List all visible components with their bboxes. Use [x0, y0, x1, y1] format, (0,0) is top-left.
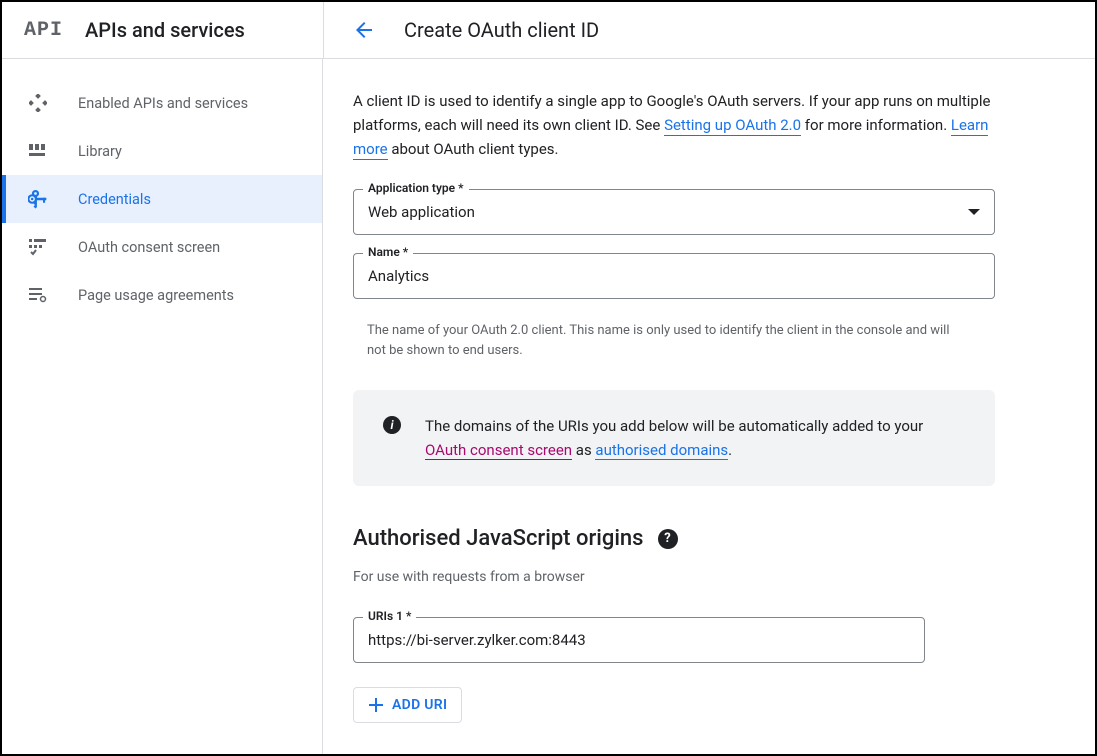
sidebar-item-credentials[interactable]: Credentials — [2, 175, 322, 223]
chevron-down-icon — [968, 209, 980, 215]
uri-1-field: URIs 1 * — [353, 617, 925, 663]
diamond-move-icon — [28, 93, 48, 113]
intro-text: A client ID is used to identify a single… — [353, 89, 995, 161]
info-banner-text: The domains of the URIs you add below wi… — [425, 414, 965, 462]
application-type-field: Application type * Web application — [353, 189, 995, 235]
back-arrow-icon[interactable] — [352, 18, 376, 42]
info-banner: i The domains of the URIs you add below … — [353, 390, 995, 486]
library-icon — [28, 141, 48, 161]
link-authorised-domains[interactable]: authorised domains — [595, 441, 728, 460]
info-icon: i — [383, 416, 401, 434]
consent-icon — [28, 237, 48, 257]
name-input[interactable] — [353, 253, 995, 299]
name-field: Name * — [353, 253, 995, 299]
plus-icon — [368, 697, 384, 713]
link-consent-screen[interactable]: OAuth consent screen — [425, 441, 572, 460]
uri-1-input[interactable] — [353, 617, 925, 663]
content: A client ID is used to identify a single… — [323, 59, 1095, 754]
topbar-right: Create OAuth client ID — [323, 2, 1095, 58]
sidebar-item-label: Library — [78, 143, 122, 160]
add-uri-button[interactable]: ADD URI — [353, 687, 462, 723]
sidebar: Enabled APIs and services Library Creden… — [2, 59, 323, 754]
main: Enabled APIs and services Library Creden… — [2, 59, 1095, 754]
product-title: APIs and services — [85, 18, 245, 42]
topbar: API APIs and services Create OAuth clien… — [2, 2, 1095, 59]
sidebar-item-label: Enabled APIs and services — [78, 95, 248, 112]
sidebar-item-label: Page usage agreements — [78, 287, 234, 304]
topbar-left: API APIs and services — [2, 2, 323, 58]
link-setting-up-oauth[interactable]: Setting up OAuth 2.0 — [664, 116, 801, 136]
sidebar-item-page-usage[interactable]: Page usage agreements — [2, 271, 322, 319]
name-helper-text: The name of your OAuth 2.0 client. This … — [353, 317, 953, 360]
sidebar-item-enabled-apis[interactable]: Enabled APIs and services — [2, 79, 322, 127]
uri-1-label: URIs 1 * — [363, 609, 416, 623]
application-type-value: Web application — [368, 203, 475, 221]
sidebar-item-consent-screen[interactable]: OAuth consent screen — [2, 223, 322, 271]
sidebar-item-library[interactable]: Library — [2, 127, 322, 175]
settings-lines-icon — [28, 285, 48, 305]
sidebar-item-label: OAuth consent screen — [78, 239, 220, 256]
application-type-select[interactable]: Web application — [353, 189, 995, 235]
key-icon — [28, 189, 48, 209]
application-type-label: Application type * — [363, 181, 469, 195]
js-origins-subtext: For use with requests from a browser — [353, 569, 995, 585]
api-logo: API — [24, 19, 63, 42]
js-origins-title: Authorised JavaScript origins — [353, 526, 644, 551]
js-origins-heading-row: Authorised JavaScript origins ? — [353, 526, 995, 551]
add-uri-label: ADD URI — [392, 697, 447, 713]
name-label: Name * — [363, 245, 413, 259]
help-icon[interactable]: ? — [658, 529, 678, 549]
sidebar-item-label: Credentials — [78, 191, 151, 208]
page-title: Create OAuth client ID — [404, 18, 599, 42]
